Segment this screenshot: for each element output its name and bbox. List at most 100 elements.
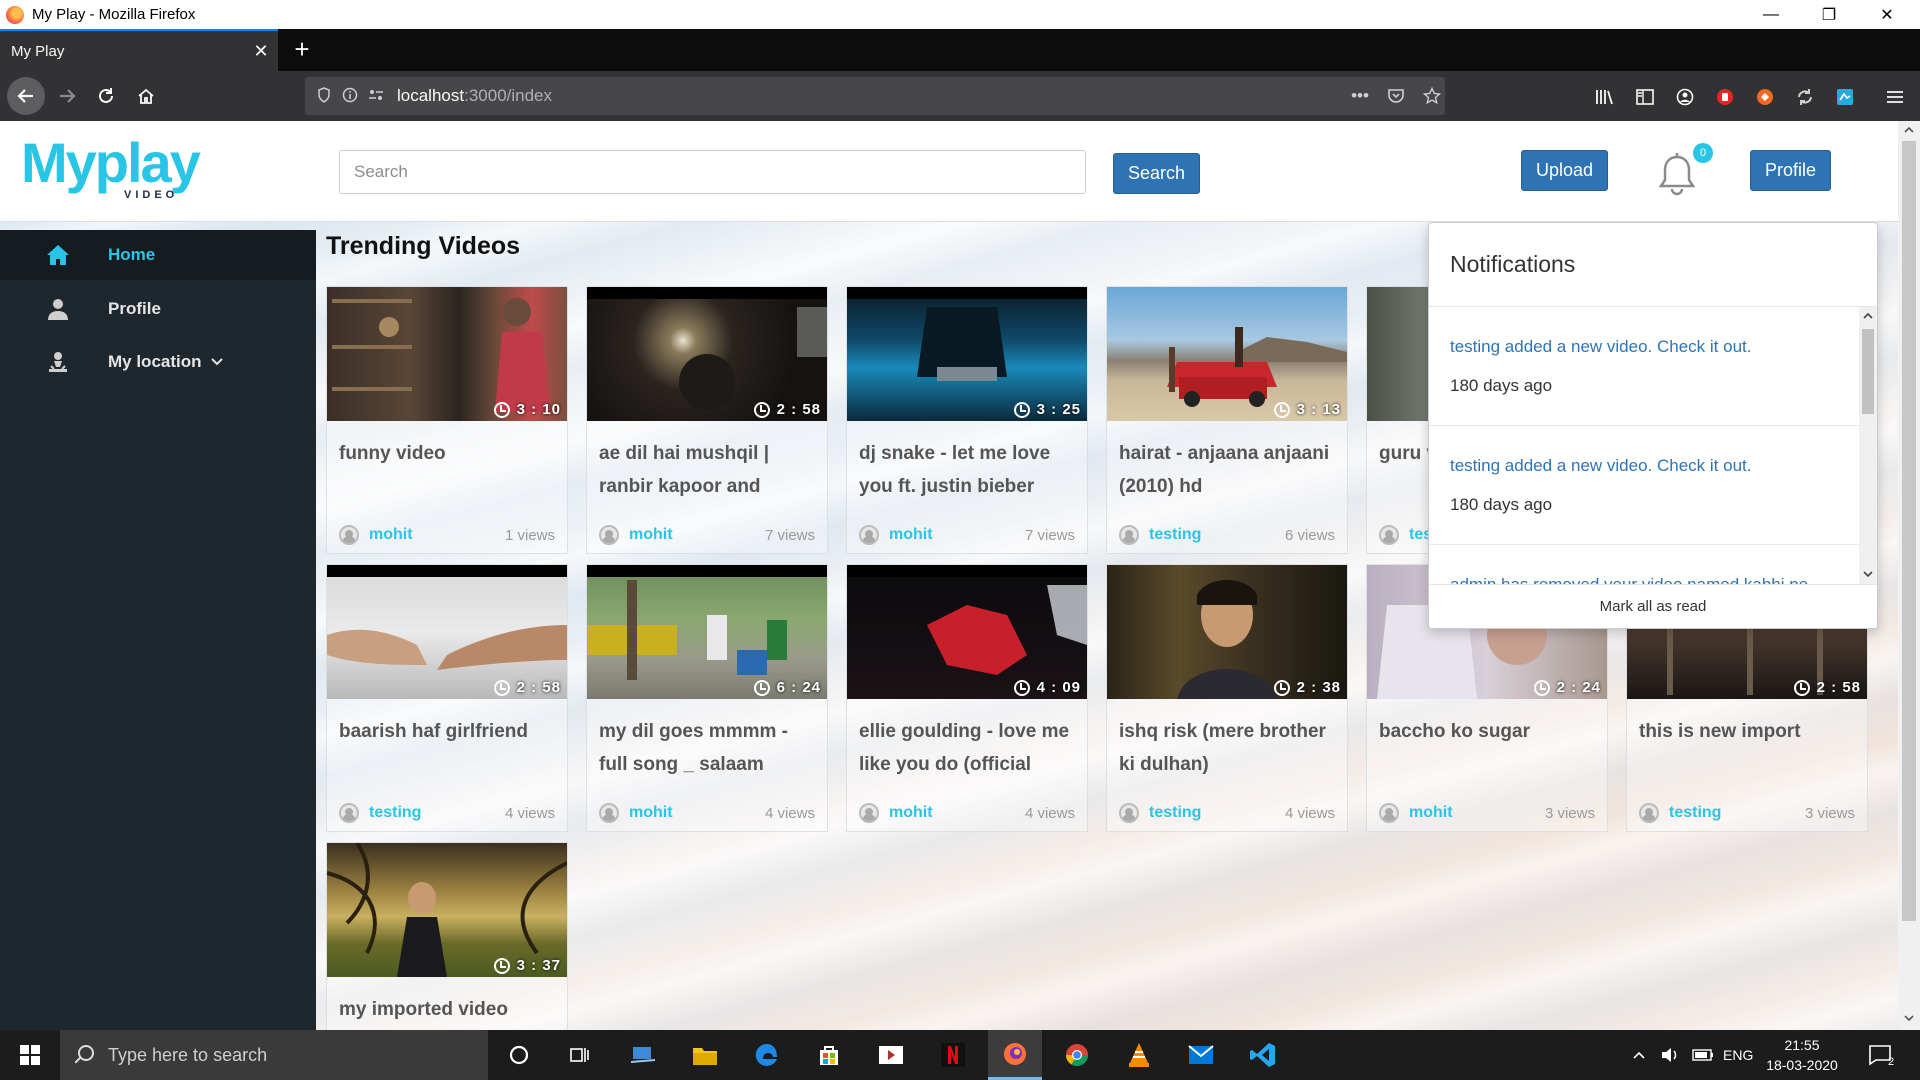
myplay-logo[interactable]: Myplay VIDEO <box>21 135 221 205</box>
video-card[interactable]: 4 : 09 ellie goulding - love me like you… <box>846 564 1088 832</box>
notification-message[interactable]: testing added a new video. Check it out. <box>1450 337 1859 357</box>
scrollbar-thumb[interactable] <box>1902 141 1916 921</box>
video-uploader[interactable]: mohit <box>859 803 933 823</box>
mail-icon[interactable] <box>1174 1030 1228 1080</box>
video-uploader[interactable]: testing <box>1639 803 1721 823</box>
video-card[interactable]: 3 : 13 hairat - anjaana anjaani (2010) h… <box>1106 286 1348 554</box>
video-uploader[interactable]: mohit <box>599 525 673 545</box>
url-bar[interactable]: localhost:3000/index ••• <box>305 77 1445 115</box>
search-button[interactable]: Search <box>1113 153 1200 194</box>
notification-message[interactable]: testing added a new video. Check it out. <box>1450 456 1859 476</box>
star-icon[interactable] <box>1415 77 1449 115</box>
scroll-up-icon[interactable] <box>1903 125 1915 138</box>
permissions-icon[interactable] <box>363 88 389 105</box>
scroll-down-icon[interactable] <box>1862 569 1874 581</box>
notifications-list[interactable]: testing added a new video. Check it out.… <box>1429 307 1859 586</box>
video-title[interactable]: my imported video <box>339 993 561 1030</box>
mark-all-read-button[interactable]: Mark all as read <box>1429 584 1877 628</box>
network-app-icon[interactable] <box>616 1030 670 1080</box>
video-uploader[interactable]: mohit <box>1379 803 1453 823</box>
video-uploader[interactable]: mohit <box>339 525 413 545</box>
upload-button[interactable]: Upload <box>1521 150 1608 191</box>
video-thumbnail[interactable]: 3 : 37 <box>327 843 567 977</box>
video-title[interactable]: ellie goulding - love me like you do (of… <box>859 715 1081 781</box>
video-thumbnail[interactable]: 3 : 25 <box>847 287 1087 421</box>
account-icon[interactable] <box>1674 87 1696 107</box>
info-icon[interactable] <box>337 87 363 106</box>
video-title[interactable]: ae dil hai mushqil | ranbir kapoor and <box>599 437 821 503</box>
battery-icon[interactable] <box>1692 1030 1714 1080</box>
cortana-icon[interactable] <box>492 1030 546 1080</box>
start-button[interactable] <box>0 1030 60 1080</box>
restore-button[interactable]: ❐ <box>1800 0 1858 29</box>
notification-item[interactable]: admin has removed your video named kabhi… <box>1429 545 1859 586</box>
language-indicator[interactable]: ENG <box>1723 1030 1753 1080</box>
store-icon[interactable] <box>802 1030 856 1080</box>
video-card[interactable]: 2 : 38 ishq risk (mere brother ki dulhan… <box>1106 564 1348 832</box>
netflix-icon[interactable] <box>926 1030 980 1080</box>
extension-blue-icon[interactable] <box>1834 87 1856 107</box>
video-thumbnail[interactable]: 4 : 09 <box>847 565 1087 699</box>
sidebar-item-my-location[interactable]: My location <box>0 337 316 387</box>
url-text[interactable]: localhost:3000/index <box>397 86 552 106</box>
pocket-icon[interactable] <box>1379 77 1413 115</box>
chevron-down-icon[interactable] <box>210 354 224 372</box>
video-card[interactable]: 3 : 25 dj snake - let me love you ft. ju… <box>846 286 1088 554</box>
action-center-icon[interactable]: 2 <box>1868 1030 1894 1080</box>
video-uploader[interactable]: mohit <box>859 525 933 545</box>
video-uploader[interactable]: testing <box>1119 525 1201 545</box>
shield-icon[interactable] <box>311 86 337 106</box>
video-thumbnail[interactable]: 3 : 10 <box>327 287 567 421</box>
taskbar-search-box[interactable]: Type here to search <box>60 1030 488 1080</box>
vlc-icon[interactable] <box>1112 1030 1166 1080</box>
notification-item[interactable]: testing added a new video. Check it out.… <box>1429 307 1859 426</box>
edge-icon[interactable] <box>740 1030 794 1080</box>
extension-red-icon[interactable] <box>1714 87 1736 107</box>
firefox-icon[interactable] <box>988 1030 1042 1080</box>
video-thumbnail[interactable]: 2 : 58 <box>587 287 827 421</box>
back-button[interactable] <box>7 77 45 115</box>
video-card[interactable]: 6 : 24 my dil goes mmmm - full song _ sa… <box>586 564 828 832</box>
video-thumbnail[interactable]: 2 : 38 <box>1107 565 1347 699</box>
vscode-icon[interactable] <box>1236 1030 1290 1080</box>
video-uploader[interactable]: mohit <box>599 803 673 823</box>
sidebar-item-home[interactable]: Home <box>0 230 316 280</box>
minimize-button[interactable]: — <box>1742 0 1800 29</box>
sidebar-icon[interactable] <box>1634 87 1656 107</box>
task-view-icon[interactable] <box>552 1030 606 1080</box>
tab-close-icon[interactable]: ✕ <box>244 41 278 62</box>
scrollbar-thumb[interactable] <box>1862 329 1874 414</box>
home-button[interactable] <box>129 79 163 113</box>
video-thumbnail[interactable]: 6 : 24 <box>587 565 827 699</box>
library-icon[interactable] <box>1594 87 1616 107</box>
new-tab-button[interactable]: + <box>286 33 318 67</box>
profile-button[interactable]: Profile <box>1750 150 1831 191</box>
extension-orange-icon[interactable] <box>1754 87 1776 107</box>
show-hidden-icons-icon[interactable] <box>1632 1030 1646 1080</box>
search-input[interactable] <box>339 150 1086 194</box>
video-title[interactable]: baccho ko sugar <box>1379 715 1601 781</box>
scroll-up-icon[interactable] <box>1862 311 1874 323</box>
reload-button[interactable] <box>89 79 123 113</box>
forward-button[interactable] <box>50 79 84 113</box>
notification-item[interactable]: testing added a new video. Check it out.… <box>1429 426 1859 545</box>
video-card[interactable]: 3 : 37 my imported video <box>326 842 568 1030</box>
video-title[interactable]: ishq risk (mere brother ki dulhan) <box>1119 715 1341 781</box>
close-window-button[interactable]: ✕ <box>1858 0 1916 29</box>
file-explorer-icon[interactable] <box>678 1030 732 1080</box>
video-title[interactable]: dj snake - let me love you ft. justin bi… <box>859 437 1081 503</box>
video-title[interactable]: baarish haf girlfriend <box>339 715 561 781</box>
sidebar-item-profile[interactable]: Profile <box>0 284 316 334</box>
video-uploader[interactable]: testing <box>1119 803 1201 823</box>
video-thumbnail[interactable]: 3 : 13 <box>1107 287 1347 421</box>
video-uploader[interactable]: testing <box>339 803 421 823</box>
video-title[interactable]: my dil goes mmmm - full song _ salaam <box>599 715 821 781</box>
video-title[interactable]: this is new import <box>1639 715 1861 781</box>
volume-icon[interactable] <box>1660 1030 1680 1080</box>
notification-bell-icon[interactable] <box>1655 151 1699 199</box>
tab-my-play[interactable]: My Play ✕ <box>0 29 278 71</box>
video-thumbnail[interactable]: 2 : 58 <box>327 565 567 699</box>
notifications-scrollbar[interactable] <box>1859 307 1877 586</box>
page-scrollbar[interactable] <box>1898 121 1920 1030</box>
taskbar-clock[interactable]: 21:55 18-03-2020 <box>1752 1035 1852 1075</box>
